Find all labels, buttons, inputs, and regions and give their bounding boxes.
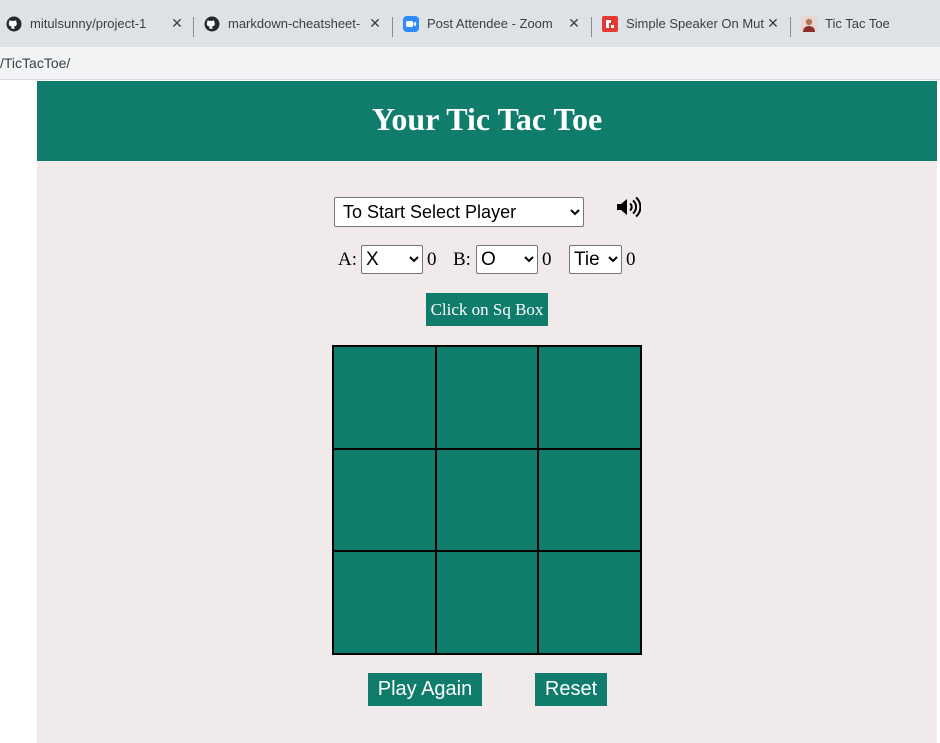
close-tab-icon[interactable]: ✕: [170, 15, 184, 31]
reset-button[interactable]: Reset: [535, 673, 607, 706]
board-cell-3[interactable]: [538, 346, 641, 449]
tab-divider: [790, 17, 791, 37]
player-b-label: B:: [453, 249, 471, 270]
page-header: Your Tic Tac Toe: [37, 81, 937, 161]
tab-title: Simple Speaker On Mut: [626, 16, 764, 31]
speaker-volume-icon[interactable]: [615, 196, 641, 218]
tab-simple-speaker[interactable]: Simple Speaker On Mut ✕: [602, 0, 780, 47]
player-a-symbol-select[interactable]: X: [361, 245, 423, 274]
address-bar[interactable]: /TicTacToe/: [0, 47, 940, 80]
instruction-badge: Click on Sq Box: [426, 293, 548, 326]
player-select[interactable]: To Start Select Player: [334, 197, 584, 227]
tab-divider: [193, 17, 194, 37]
tab-title: mitulsunny/project-1: [30, 16, 147, 31]
tab-divider: [591, 17, 592, 37]
player-a-score: 0: [427, 249, 437, 270]
tab-divider: [392, 17, 393, 37]
tab-title: Tic Tac Toe: [825, 16, 890, 31]
zoom-icon: [403, 15, 419, 32]
page-title: Your Tic Tac Toe: [371, 101, 603, 137]
url-text[interactable]: /TicTacToe/: [0, 55, 70, 71]
board-cell-6[interactable]: [538, 448, 641, 552]
game-board: [332, 345, 642, 655]
tab-markdown-cheatsheet[interactable]: markdown-cheatsheet- ✕: [204, 0, 382, 47]
board-cell-9[interactable]: [538, 551, 641, 654]
tie-score: 0: [626, 249, 636, 270]
board-cell-1[interactable]: [333, 346, 436, 449]
game-page: Your Tic Tac Toe To Start Select Player …: [37, 81, 937, 743]
tab-tic-tac-toe[interactable]: Tic Tac Toe: [801, 0, 940, 47]
board-cell-4[interactable]: [333, 448, 436, 552]
player-b-symbol-select[interactable]: O: [476, 245, 538, 274]
tie-select[interactable]: Tie: [569, 245, 622, 274]
tab-title: markdown-cheatsheet-: [228, 16, 361, 31]
board-cell-7[interactable]: [333, 551, 436, 654]
github-icon: [6, 16, 22, 32]
close-tab-icon[interactable]: ✕: [766, 15, 780, 31]
speaker-app-icon: [602, 15, 618, 32]
board-cell-2[interactable]: [435, 346, 539, 449]
close-tab-icon[interactable]: ✕: [567, 15, 581, 31]
tab-project-1[interactable]: mitulsunny/project-1 ✕: [6, 0, 184, 47]
avatar-icon: [801, 15, 817, 32]
play-again-button[interactable]: Play Again: [368, 673, 482, 706]
browser-tab-bar: mitulsunny/project-1 ✕ markdown-cheatshe…: [0, 0, 940, 47]
github-icon: [204, 16, 220, 32]
player-a-label: A:: [338, 249, 357, 270]
tab-zoom[interactable]: Post Attendee - Zoom ✕: [403, 0, 581, 47]
board-cell-5[interactable]: [435, 448, 539, 552]
tab-title: Post Attendee - Zoom: [427, 16, 553, 31]
close-tab-icon[interactable]: ✕: [368, 15, 382, 31]
board-cell-8[interactable]: [435, 551, 539, 654]
player-b-score: 0: [542, 249, 552, 270]
